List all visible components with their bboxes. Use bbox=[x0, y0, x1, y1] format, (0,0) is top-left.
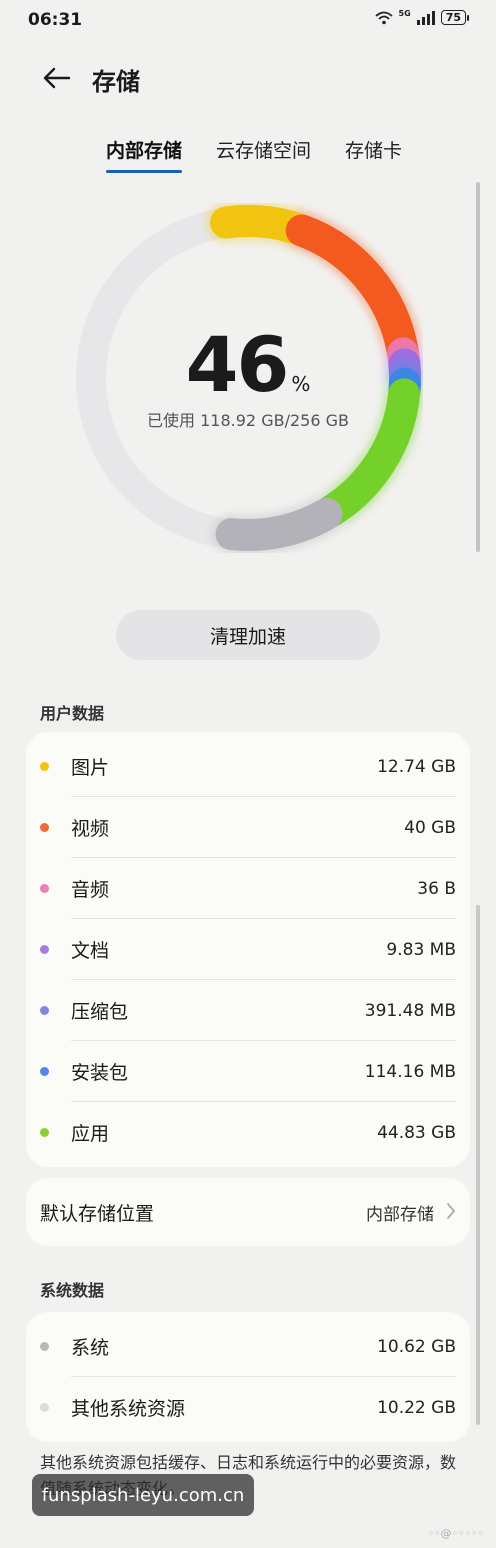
usage-percent: 46% bbox=[0, 320, 496, 409]
user-data-label: 用户数据 bbox=[40, 704, 105, 723]
user-data-item-row[interactable]: 压缩包 391.48 MB bbox=[26, 980, 470, 1041]
system-data-item-row[interactable]: 系统 10.62 GB bbox=[26, 1316, 470, 1377]
back-button[interactable] bbox=[36, 60, 76, 96]
storage-tabs: 内部存储 云存储空间 存储卡 bbox=[100, 134, 408, 173]
used-capacity-text: 已使用 118.92 GB/256 GB bbox=[147, 411, 349, 430]
user-data-item-row[interactable]: 音频 36 B bbox=[26, 858, 470, 919]
default-storage-value: 内部存储 bbox=[366, 1204, 434, 1225]
page-title: 存储 bbox=[92, 68, 140, 96]
usage-percent-value: 46 bbox=[185, 320, 290, 409]
user-data-item-color-dot bbox=[40, 1006, 49, 1015]
back-arrow-icon bbox=[43, 67, 71, 89]
signal-icon bbox=[416, 10, 435, 25]
user-data-item-size: 9.83 MB bbox=[386, 939, 456, 960]
tab-sd-card[interactable]: 存储卡 bbox=[339, 134, 408, 173]
user-data-item-row[interactable]: 应用 44.83 GB bbox=[26, 1102, 470, 1163]
system-data-item-label: 其他系统资源 bbox=[71, 1398, 186, 1420]
user-data-item-label: 安装包 bbox=[71, 1062, 129, 1084]
user-data-item-row[interactable]: 图片 12.74 GB bbox=[26, 736, 470, 797]
user-data-item-row[interactable]: 文档 9.83 MB bbox=[26, 919, 470, 980]
scrollbar[interactable] bbox=[476, 905, 480, 1425]
tab-cloud-storage[interactable]: 云存储空间 bbox=[210, 134, 317, 173]
default-storage-label: 默认存储位置 bbox=[40, 1202, 155, 1225]
user-data-item-color-dot bbox=[40, 1128, 49, 1137]
clean-accelerate-button[interactable]: 清理加速 bbox=[116, 610, 380, 660]
user-data-card: 图片 12.74 GB 视频 40 GB 音频 36 B 文档 9.83 MB 压缩包 391.4… bbox=[26, 732, 470, 1167]
user-data-item-row[interactable]: 视频 40 GB bbox=[26, 797, 470, 858]
user-data-item-size: 12.74 GB bbox=[377, 756, 456, 777]
network-type: 5G bbox=[398, 9, 411, 18]
user-data-item-label: 压缩包 bbox=[71, 1001, 129, 1023]
system-data-item-size: 10.62 GB bbox=[377, 1336, 456, 1357]
user-data-item-label: 音频 bbox=[71, 879, 110, 901]
user-data-item-label: 图片 bbox=[71, 757, 110, 779]
user-data-item-size: 114.16 MB bbox=[364, 1061, 456, 1082]
system-data-label: 系统数据 bbox=[40, 1281, 105, 1300]
user-data-item-row[interactable]: 安装包 114.16 MB bbox=[26, 1041, 470, 1102]
system-data-item-label: 系统 bbox=[71, 1337, 110, 1359]
user-data-item-color-dot bbox=[40, 884, 49, 893]
user-data-item-label: 应用 bbox=[71, 1123, 110, 1145]
tab-internal-storage[interactable]: 内部存储 bbox=[100, 134, 188, 173]
status-icons: 5G 75 bbox=[374, 9, 470, 25]
default-storage-row[interactable]: 默认存储位置 内部存储 bbox=[26, 1178, 470, 1246]
user-data-item-size: 40 GB bbox=[404, 817, 456, 838]
corner-watermark-logo: ◦◦@◦◦◦◦◦ bbox=[427, 1527, 484, 1540]
system-data-item-size: 10.22 GB bbox=[377, 1397, 456, 1418]
user-data-item-label: 视频 bbox=[71, 818, 110, 840]
system-data-item-color-dot bbox=[40, 1342, 49, 1351]
chevron-right-icon bbox=[447, 1203, 456, 1219]
user-data-item-color-dot bbox=[40, 823, 49, 832]
battery-icon: 75 bbox=[440, 10, 470, 25]
wifi-icon bbox=[374, 11, 393, 24]
system-data-item-color-dot bbox=[40, 1403, 49, 1412]
usage-percent-unit: % bbox=[291, 372, 311, 396]
user-data-item-color-dot bbox=[40, 1067, 49, 1076]
user-data-item-size: 44.83 GB bbox=[377, 1122, 456, 1143]
user-data-item-size: 391.48 MB bbox=[364, 1000, 456, 1021]
system-data-card: 系统 10.62 GB 其他系统资源 10.22 GB bbox=[26, 1312, 470, 1442]
user-data-item-color-dot bbox=[40, 945, 49, 954]
system-data-item-row[interactable]: 其他系统资源 10.22 GB bbox=[26, 1377, 470, 1438]
status-time: 06:31 bbox=[28, 10, 83, 30]
user-data-item-label: 文档 bbox=[71, 940, 110, 962]
user-data-item-size: 36 B bbox=[417, 878, 456, 899]
watermark: funsplash-leyu.com.cn bbox=[32, 1474, 254, 1516]
user-data-item-color-dot bbox=[40, 762, 49, 771]
